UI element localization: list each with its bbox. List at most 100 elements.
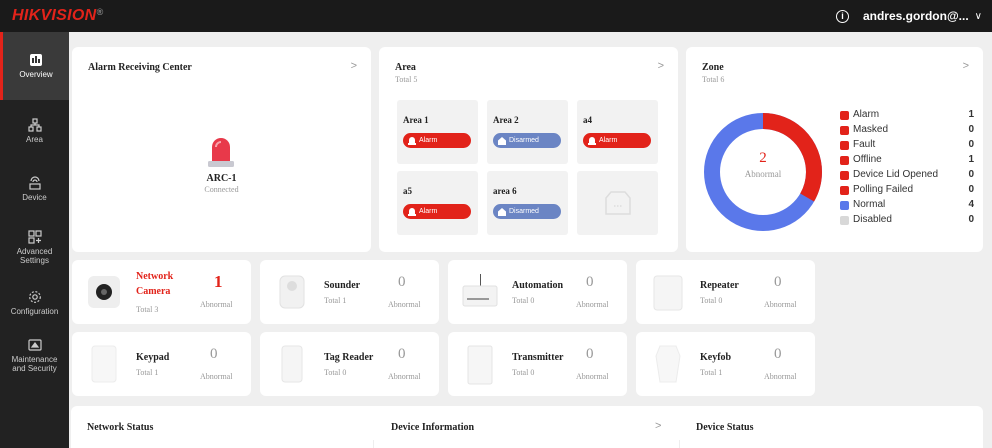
hikvision-logo: HIKVISION® [12, 7, 104, 24]
legend-item: Normal 4 [840, 199, 974, 211]
sidebar-item-configuration[interactable]: Configuration [0, 278, 69, 328]
legend-value: 0 [968, 184, 974, 195]
repeater-icon [648, 270, 688, 314]
keyfob-icon [648, 342, 688, 386]
info-icon[interactable]: i [835, 9, 849, 23]
device-abnormal-count: 0 [774, 274, 782, 290]
camera-icon [84, 270, 124, 314]
donut-center-label: Abnormal [744, 169, 782, 179]
area-tile[interactable]: a5 Alarm [397, 171, 478, 235]
legend-swatch [840, 126, 849, 135]
device-abnormal-count: 1 [214, 272, 223, 291]
legend-item: Polling Failed 0 [840, 184, 974, 196]
legend-swatch [840, 171, 849, 180]
donut-center-value: 2 [759, 150, 767, 166]
legend-value: 0 [968, 139, 974, 150]
device-abnormal-label: Abnormal [764, 300, 797, 309]
device-card-camera[interactable]: Network Camera Total 3 1 Abnormal [72, 260, 251, 324]
legend-item: Disabled 0 [840, 214, 974, 226]
area-tile[interactable]: Area 1 Alarm [397, 100, 478, 164]
top-bar: HIKVISION® i andres.gordon@... ∨ [0, 0, 992, 32]
legend-value: 1 [968, 154, 974, 165]
legend-item: Offline 1 [840, 154, 974, 166]
legend-swatch [840, 186, 849, 195]
alarm-light-icon [408, 208, 416, 216]
area-tile[interactable]: a4 Alarm [577, 100, 658, 164]
legend-label: Normal [853, 199, 886, 210]
status-badge: Alarm [583, 133, 651, 148]
legend-value: 0 [968, 124, 974, 135]
legend-label: Masked [853, 124, 889, 135]
device-card-automation[interactable]: Automation Total 0 0 Abnormal [448, 260, 627, 324]
keypad-icon [84, 342, 124, 386]
alarm-light-icon [408, 137, 416, 145]
sidebar-item-advanced-settings[interactable]: Advanced Settings [0, 216, 69, 278]
legend-label: Polling Failed [853, 184, 914, 195]
alarm-light-icon [588, 137, 596, 145]
device-card-repeater[interactable]: Repeater Total 0 0 Abnormal [636, 260, 815, 324]
transmitter-icon [460, 342, 500, 386]
add-area-tile[interactable] [577, 171, 658, 235]
legend-swatch [840, 141, 849, 150]
home-icon [498, 137, 506, 145]
legend-value: 0 [968, 214, 974, 225]
area-tile[interactable]: area 6 Disarmed [487, 171, 568, 235]
device-card-tagreader[interactable]: Tag Reader Total 0 0 Abnormal [260, 332, 439, 396]
chevron-right-icon[interactable]: > [351, 60, 357, 72]
legend-swatch [840, 201, 849, 210]
area-card[interactable]: Area Total 5 > Area 1 Alarm Area 2 Disar… [379, 47, 678, 252]
legend-item: Device Lid Opened 0 [840, 169, 974, 181]
arc-title: Alarm Receiving Center [88, 62, 192, 73]
sidebar: Overview Area Device Advanced Settings C… [0, 32, 69, 448]
alarm-light-icon [208, 138, 234, 167]
status-badge: Alarm [403, 204, 471, 219]
device-card-keypad[interactable]: Keypad Total 1 0 Abnormal [72, 332, 251, 396]
chevron-right-icon[interactable]: > [655, 420, 661, 432]
device-abnormal-count: 0 [398, 346, 406, 362]
area-tile[interactable]: Area 2 Disarmed [487, 100, 568, 164]
device-name: Repeater [700, 280, 739, 291]
sidebar-item-area[interactable]: Area [0, 100, 69, 162]
sidebar-item-device[interactable]: Device [0, 162, 69, 216]
legend-item: Alarm 1 [840, 109, 974, 121]
panel-placeholder-icon [605, 191, 631, 215]
maintenance-icon [27, 338, 42, 351]
device-total: Total 3 [136, 305, 159, 314]
area-icon [27, 118, 42, 132]
chevron-right-icon[interactable]: > [963, 60, 969, 72]
user-name[interactable]: andres.gordon@... [863, 9, 969, 23]
device-name: Keypad [136, 352, 170, 363]
device-card-transmitter[interactable]: Transmitter Total 0 0 Abnormal [448, 332, 627, 396]
device-card-sounder[interactable]: Sounder Total 1 0 Abnormal [260, 260, 439, 324]
home-icon [498, 208, 506, 216]
device-total: Total 0 [512, 368, 535, 377]
arc-status: Connected [204, 185, 239, 194]
device-card-keyfob[interactable]: Keyfob Total 1 0 Abnormal [636, 332, 815, 396]
zone-legend: Alarm 1 Masked 0 Fault 0 Offline 1 Device Lid Op… [840, 109, 974, 229]
device-icon [28, 176, 41, 190]
chevron-right-icon[interactable]: > [658, 60, 664, 72]
sidebar-item-maintenance-security[interactable]: Maintenance and Security [0, 328, 69, 382]
arc-name: ARC-1 [206, 173, 237, 184]
legend-label: Offline [853, 154, 882, 165]
sounder-icon [272, 270, 312, 314]
area-title: Area [395, 62, 416, 73]
zone-total: Total 6 [702, 75, 725, 84]
device-abnormal-label: Abnormal [576, 300, 609, 309]
network-status-title: Network Status [87, 422, 154, 433]
divider [373, 440, 374, 448]
device-abnormal-count: 0 [210, 346, 218, 362]
automation-icon [460, 270, 500, 314]
bottom-panel: Network Status Device Information > Devi… [71, 406, 983, 448]
device-abnormal-label: Abnormal [576, 372, 609, 381]
chevron-down-icon[interactable]: ∨ [975, 11, 982, 22]
arc-card[interactable]: Alarm Receiving Center > ARC-1 Connected [72, 47, 371, 252]
device-name: Keyfob [700, 352, 732, 363]
device-abnormal-count: 0 [586, 346, 594, 362]
sidebar-item-overview[interactable]: Overview [0, 32, 69, 100]
legend-value: 1 [968, 109, 974, 120]
legend-swatch [840, 111, 849, 120]
zone-card[interactable]: Zone Total 6 > 2 Abnormal Alarm 1 Masked 0 F… [686, 47, 983, 252]
device-abnormal-label: Abnormal [388, 372, 421, 381]
user-menu[interactable]: i andres.gordon@... ∨ [835, 0, 982, 32]
